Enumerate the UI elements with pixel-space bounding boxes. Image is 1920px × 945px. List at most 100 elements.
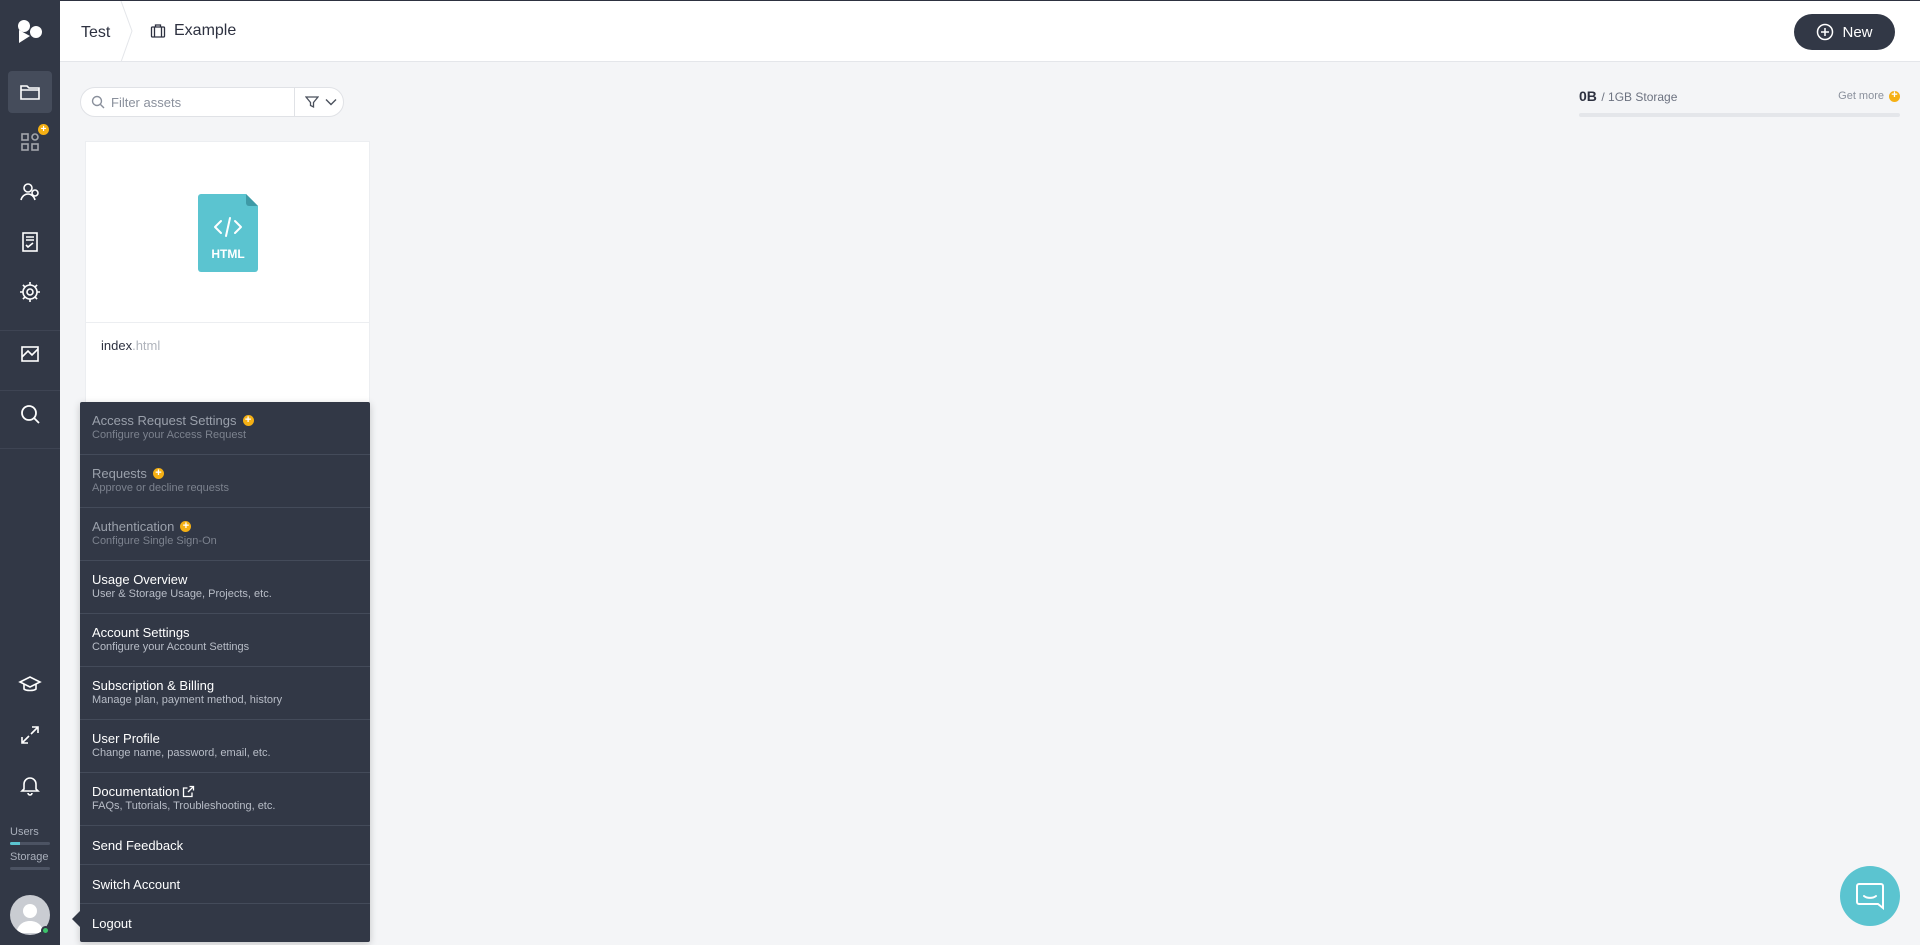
storage-progress-bar [1579, 113, 1900, 117]
edit-board-icon [21, 346, 39, 362]
menu-item-title: Documentation [92, 784, 180, 799]
breadcrumb-project[interactable]: Example [150, 22, 236, 40]
menu-item-user-profile[interactable]: User Profile Change name, password, emai… [80, 720, 370, 773]
sidebar-divider [0, 330, 60, 331]
users-quota[interactable]: Users [10, 826, 50, 845]
sidebar-divider [0, 448, 60, 449]
menu-item-subtitle: Approve or decline requests [92, 482, 229, 494]
asset-basename: index [101, 338, 133, 353]
menu-item-account-settings[interactable]: Account Settings Configure your Account … [80, 614, 370, 667]
expand-icon [21, 726, 39, 744]
menu-item-title: Logout [92, 916, 132, 931]
briefcase-icon [150, 24, 166, 38]
logo[interactable] [0, 0, 60, 61]
menu-item-access-request-settings[interactable]: Access Request Settings Configure your A… [80, 402, 370, 455]
gear-icon [20, 282, 40, 302]
plus-badge-icon [1889, 89, 1900, 102]
menu-item-subtitle: Configure your Account Settings [92, 641, 250, 653]
menu-item-title: Switch Account [92, 877, 181, 892]
new-button[interactable]: New [1794, 14, 1895, 50]
top-bar: Test Example New [60, 0, 1920, 62]
users-quota-fill [10, 842, 20, 845]
checklist-icon [22, 232, 38, 252]
sidebar-divider [0, 390, 60, 391]
folder-icon [20, 85, 40, 100]
sidebar-item-notifications[interactable] [8, 764, 52, 806]
menu-item-title: Account Settings [92, 625, 190, 640]
menu-item-send-feedback[interactable]: Send Feedback [80, 826, 370, 865]
users-icon [20, 183, 39, 201]
search-icon [91, 95, 105, 109]
breadcrumb-project-label: Example [174, 22, 237, 39]
sidebar-item-search[interactable] [8, 393, 52, 435]
menu-item-subtitle: Configure your Access Request [92, 429, 247, 441]
graduation-cap-icon [18, 676, 42, 692]
file-type-label: HTML [211, 247, 244, 261]
left-sidebar: + Users Storage [0, 0, 60, 945]
menu-item-requests[interactable]: Requests Approve or decline requests [80, 455, 370, 508]
users-quota-label: Users [10, 826, 39, 838]
menu-item-usage-overview[interactable]: Usage Overview User & Storage Usage, Pro… [80, 561, 370, 614]
filter-divider [294, 88, 295, 116]
menu-item-switch-account[interactable]: Switch Account [80, 865, 370, 904]
search-icon [21, 405, 40, 424]
filter-bar [80, 87, 344, 117]
menu-item-title: Subscription & Billing [92, 678, 215, 693]
sidebar-item-apps[interactable]: + [8, 121, 52, 163]
menu-item-subscription-billing[interactable]: Subscription & Billing Manage plan, paym… [80, 667, 370, 720]
html-file-icon: HTML [198, 194, 258, 272]
bell-icon [20, 777, 40, 796]
funnel-icon [305, 96, 319, 109]
apps-icon [21, 133, 39, 151]
filter-assets-input[interactable] [111, 94, 286, 110]
menu-item-title: User Profile [92, 731, 160, 746]
upgrade-badge-icon [180, 519, 192, 534]
online-status-indicator [41, 926, 50, 935]
menu-item-title: Send Feedback [92, 838, 184, 853]
menu-item-subtitle: FAQs, Tutorials, Troubleshooting, etc. [92, 800, 276, 812]
storage-quota-label: Storage [10, 851, 49, 863]
chevron-down-icon [325, 99, 337, 106]
sidebar-item-projects[interactable] [8, 71, 52, 113]
asset-card[interactable]: HTML index.html [85, 141, 370, 403]
sidebar-item-board[interactable] [8, 333, 52, 375]
menu-item-logout[interactable]: Logout [80, 904, 370, 942]
menu-item-title: Usage Overview [92, 572, 188, 587]
upgrade-badge-icon [242, 413, 254, 428]
sidebar-item-settings[interactable] [8, 271, 52, 313]
upgrade-badge-icon [152, 466, 164, 481]
sidebar-item-learn[interactable] [8, 664, 52, 706]
brand-logo-icon [18, 19, 42, 43]
asset-extension: .html [132, 338, 161, 353]
upgrade-badge-icon: + [38, 124, 49, 135]
breadcrumb-root[interactable]: Test [81, 24, 110, 42]
get-more-storage-link[interactable]: Get more [1838, 89, 1900, 102]
sidebar-item-users[interactable] [8, 171, 52, 213]
chat-launcher-button[interactable] [1840, 866, 1900, 926]
storage-used: 0B [1579, 88, 1597, 104]
sidebar-item-reviews[interactable] [8, 221, 52, 263]
breadcrumb-separator-icon [120, 1, 133, 62]
asset-name: index.html [101, 338, 160, 353]
menu-item-subtitle: Change name, password, email, etc. [92, 747, 271, 759]
menu-item-authentication[interactable]: Authentication Configure Single Sign-On [80, 508, 370, 561]
storage-usage: 0B / 1GB Storage Get more [1579, 88, 1900, 117]
new-button-label: New [1842, 23, 1873, 41]
menu-item-subtitle: User & Storage Usage, Projects, etc. [92, 588, 272, 600]
menu-item-subtitle: Configure Single Sign-On [92, 535, 217, 547]
menu-item-documentation[interactable]: Documentation FAQs, Tutorials, Troublesh… [80, 773, 370, 826]
storage-total: / 1GB Storage [1601, 90, 1678, 104]
asset-thumbnail: HTML [86, 142, 369, 323]
plus-circle-icon [1817, 23, 1834, 41]
account-menu: Access Request Settings Configure your A… [72, 402, 370, 942]
menu-item-subtitle: Manage plan, payment method, history [92, 694, 283, 706]
storage-quota[interactable]: Storage [10, 851, 50, 870]
menu-item-title: Authentication [92, 519, 175, 534]
sidebar-item-fullscreen[interactable] [8, 714, 52, 756]
external-link-icon [183, 785, 195, 798]
menu-item-title: Requests [92, 466, 147, 481]
chat-icon [1856, 883, 1884, 910]
get-more-label: Get more [1838, 90, 1884, 102]
menu-item-title: Access Request Settings [92, 413, 237, 428]
filter-options-button[interactable] [305, 95, 337, 109]
